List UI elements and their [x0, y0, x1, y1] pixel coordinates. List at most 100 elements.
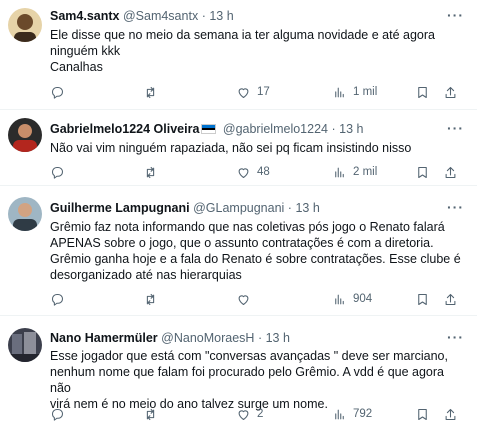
share-icon	[445, 293, 456, 305]
tweet-text-line: Esse jogador que está com "conversas ava…	[50, 349, 448, 363]
avatar[interactable]	[8, 197, 42, 231]
tweet[interactable]: Nano Hamermüler @NanoMoraesH · 13 h ··· …	[0, 316, 477, 436]
tweet-text-line: Não vai vim ninguém rapaziada, não sei p…	[50, 141, 412, 155]
view-count: 792	[353, 408, 373, 420]
reply-button[interactable]	[50, 290, 71, 308]
avatar[interactable]	[8, 8, 42, 42]
user-handle[interactable]: @GLampugnani	[193, 201, 284, 215]
tweet-actions: 17 1 mil	[50, 83, 465, 101]
reply-icon	[51, 166, 64, 179]
retweet-icon	[146, 408, 155, 420]
tweet[interactable]: Sam4.santx @Sam4santx · 13 h ··· Ele dis…	[0, 0, 477, 110]
tweet-text-line: APENAS sobre o jogo, que o assunto contr…	[50, 236, 434, 250]
heart-icon	[238, 409, 249, 420]
tweet[interactable]: Guilherme Lampugnani @GLampugnani · 13 h…	[0, 186, 477, 316]
tweet[interactable]: Gabrielmelo1224 Oliveira @gabrielmelo122…	[0, 110, 477, 186]
bookmark-button[interactable]	[415, 290, 430, 308]
heart-icon	[238, 294, 249, 305]
display-name[interactable]: Sam4.santx	[50, 9, 119, 23]
view-count: 2 mil	[353, 166, 378, 178]
views-button[interactable]: 904	[332, 290, 372, 308]
bookmark-button[interactable]	[415, 405, 430, 423]
share-icon	[445, 86, 456, 98]
share-button[interactable]	[443, 83, 458, 101]
retweet-button[interactable]	[143, 83, 164, 101]
share-button[interactable]	[443, 290, 458, 308]
like-count: 48	[257, 166, 270, 178]
reply-icon	[51, 86, 64, 99]
reply-button[interactable]	[50, 163, 71, 181]
like-button[interactable]: 17	[236, 83, 270, 101]
user-handle[interactable]: @Sam4santx	[123, 9, 198, 23]
display-name[interactable]: Nano Hamermüler	[50, 331, 158, 345]
views-icon	[335, 409, 344, 419]
display-name[interactable]: Gabrielmelo1224 Oliveira	[50, 122, 199, 136]
tweet-text: Grêmio faz nota informando que nas colet…	[50, 219, 465, 283]
views-icon	[335, 87, 344, 97]
retweet-icon	[146, 293, 155, 305]
tweet-actions: 904	[50, 290, 465, 308]
reply-icon	[51, 293, 64, 306]
view-count: 1 mil	[353, 86, 378, 98]
separator-dot: ·	[201, 9, 206, 23]
bookmark-icon	[418, 408, 427, 420]
user-handle[interactable]: @NanoMoraesH	[161, 331, 254, 345]
tweet-text-line: Canalhas	[50, 60, 103, 74]
reply-button[interactable]	[50, 83, 71, 101]
timestamp[interactable]: 13 h	[266, 331, 290, 345]
like-button[interactable]: 2	[236, 405, 263, 423]
timestamp[interactable]: 13 h	[295, 201, 319, 215]
tweet-header: Nano Hamermüler @NanoMoraesH · 13 h	[50, 330, 447, 346]
more-options-icon[interactable]: ···	[447, 8, 463, 26]
retweet-button[interactable]	[143, 290, 164, 308]
tweet-text-line: ninguém kkk	[50, 44, 121, 58]
retweet-button[interactable]	[143, 163, 164, 181]
retweet-icon	[146, 166, 155, 178]
views-icon	[335, 167, 344, 177]
heart-icon	[238, 167, 249, 178]
like-button[interactable]: 48	[236, 163, 270, 181]
reply-button[interactable]	[50, 405, 71, 423]
timestamp[interactable]: 13 h	[339, 122, 363, 136]
estonia-flag-icon	[201, 124, 217, 134]
separator-dot: ·	[257, 331, 263, 345]
tweet-text-line: nenhum nome que falam foi procurado pelo…	[50, 365, 445, 395]
avatar[interactable]	[8, 328, 42, 362]
tweet-actions: 48 2 mil	[50, 163, 465, 181]
like-count: 17	[257, 86, 270, 98]
share-icon	[445, 166, 456, 178]
retweet-button[interactable]	[143, 405, 164, 423]
avatar[interactable]	[8, 118, 42, 152]
heart-icon	[238, 87, 249, 98]
view-count: 904	[353, 293, 373, 305]
more-options-icon[interactable]: ···	[447, 121, 463, 139]
user-handle[interactable]: @gabrielmelo1224	[223, 122, 328, 136]
tweet-text: Esse jogador que está com "conversas ava…	[50, 348, 465, 412]
bookmark-button[interactable]	[415, 83, 430, 101]
bookmark-icon	[418, 86, 427, 98]
timestamp[interactable]: 13 h	[209, 9, 233, 23]
bookmark-icon	[418, 166, 427, 178]
retweet-icon	[146, 86, 155, 98]
tweet-text-line: Ele disse que no meio da semana ia ter a…	[50, 28, 435, 42]
views-button[interactable]: 792	[332, 405, 372, 423]
tweet-header: Guilherme Lampugnani @GLampugnani · 13 h	[50, 200, 447, 216]
more-options-icon[interactable]: ···	[447, 200, 463, 218]
bookmark-icon	[418, 293, 427, 305]
views-button[interactable]: 1 mil	[332, 83, 377, 101]
separator-dot: ·	[287, 201, 292, 215]
tweet-text-line: Grêmio ganha hoje e a fala do Renato é s…	[50, 252, 461, 266]
like-button[interactable]	[236, 290, 257, 308]
tweet-header: Sam4.santx @Sam4santx · 13 h	[50, 8, 447, 24]
tweet-header: Gabrielmelo1224 Oliveira @gabrielmelo122…	[50, 121, 447, 137]
views-button[interactable]: 2 mil	[332, 163, 377, 181]
tweet-text-line: desorganizado até nas hierarquias	[50, 268, 242, 282]
share-button[interactable]	[443, 405, 458, 423]
bookmark-button[interactable]	[415, 163, 430, 181]
share-button[interactable]	[443, 163, 458, 181]
display-name[interactable]: Guilherme Lampugnani	[50, 201, 190, 215]
more-options-icon[interactable]: ···	[447, 330, 463, 348]
views-icon	[335, 294, 344, 304]
tweet-actions: 2 792	[50, 405, 465, 423]
like-count: 2	[257, 408, 264, 420]
